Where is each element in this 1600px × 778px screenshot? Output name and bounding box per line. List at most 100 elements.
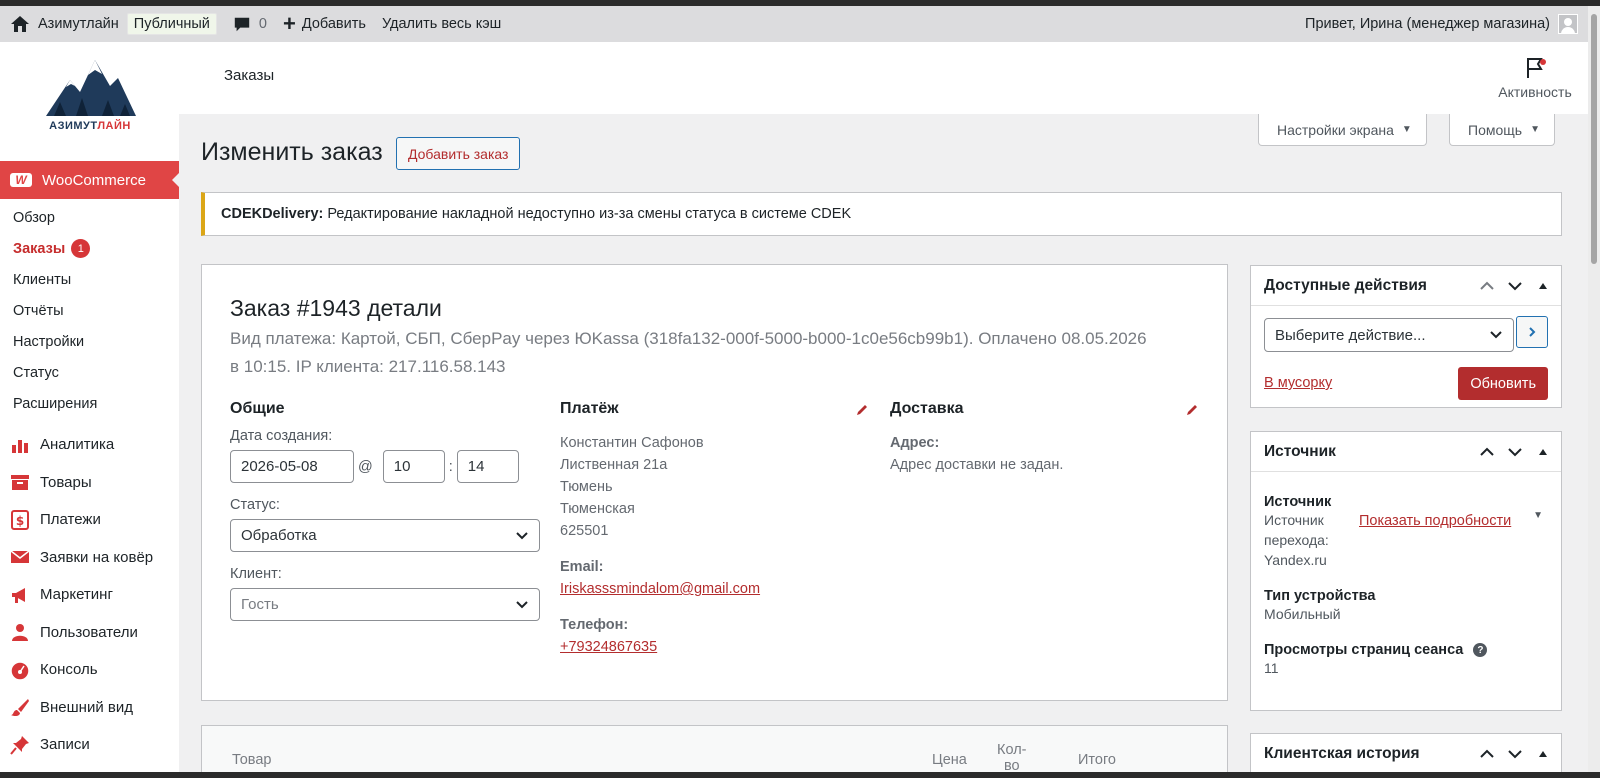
- dashboard-gauge-icon: [10, 660, 30, 680]
- add-new-menu[interactable]: + Добавить: [275, 6, 374, 42]
- sidebar-item-woocommerce[interactable]: W WooCommerce: [0, 161, 180, 199]
- general-title: Общие: [230, 400, 285, 417]
- add-order-button[interactable]: Добавить заказ: [396, 137, 521, 170]
- chevron-up-icon[interactable]: [1479, 746, 1495, 762]
- general-column: Общие Дата создания: 2026-05-08 @ 10 : 1…: [230, 400, 540, 621]
- woocommerce-icon: W: [10, 173, 32, 187]
- show-details-link[interactable]: Показать подробности: [1359, 510, 1511, 570]
- submenu-item-status[interactable]: Статус: [0, 357, 179, 388]
- site-name: Азимутлайн: [38, 16, 119, 32]
- sidebar-item-requests[interactable]: Заявки на ковёр: [0, 539, 179, 577]
- box-controls: [1479, 444, 1551, 460]
- edit-billing-pencil-icon[interactable]: [855, 403, 869, 417]
- status-select[interactable]: Обработка: [230, 519, 540, 552]
- activity-button[interactable]: Активность: [1490, 56, 1580, 100]
- history-box-title: Клиентская история: [1264, 744, 1420, 762]
- site-logo[interactable]: АЗИМУТЛАЙН: [40, 50, 140, 132]
- page-title: Изменить заказ: [201, 138, 383, 166]
- billing-line: Тюменская: [560, 501, 635, 517]
- shipping-address: Адрес доставки не задан.: [890, 457, 1064, 473]
- order-details-panel: Заказ #1943 детали Вид платежа: Картой, …: [201, 264, 1228, 701]
- phone-link[interactable]: +79324867635: [560, 636, 860, 658]
- logo-text: АЗИМУТЛАЙН: [49, 120, 131, 132]
- collapse-triangle-icon[interactable]: [1535, 746, 1551, 762]
- referral-label: перехода:: [1264, 532, 1329, 548]
- scrollbar-thumb[interactable]: [1591, 14, 1597, 264]
- email-label: Email:: [560, 559, 604, 575]
- update-button[interactable]: Обновить: [1458, 367, 1548, 400]
- submenu-item-overview[interactable]: Обзор: [0, 202, 179, 233]
- customer-select[interactable]: Гость: [230, 588, 540, 621]
- submenu-item-customers[interactable]: Клиенты: [0, 264, 179, 295]
- triangle-down-icon: ▼: [1530, 124, 1540, 135]
- order-action-select[interactable]: Выберите действие...: [1264, 318, 1514, 352]
- shipping-column: Доставка Адрес: Адрес доставки не задан.: [890, 400, 1200, 476]
- pageviews-label: Просмотры страниц сеанса: [1264, 642, 1464, 658]
- page-header: Заказы Активность: [179, 42, 1588, 114]
- help-toggle[interactable]: Помощь ▼: [1449, 114, 1555, 146]
- minute-input[interactable]: 14: [456, 450, 519, 483]
- sidebar-item-appearance[interactable]: Внешний вид: [0, 689, 179, 727]
- user-icon: [10, 622, 30, 642]
- sidebar-item-analytics[interactable]: Аналитика: [0, 426, 179, 464]
- email-link[interactable]: Iriskasssmindalom@gmail.com: [560, 578, 860, 600]
- sidebar-item-label: Консоль: [40, 661, 98, 679]
- purge-cache-link[interactable]: Удалить весь кэш: [374, 6, 509, 42]
- billing-title: Платёж: [560, 400, 619, 417]
- edit-shipping-pencil-icon[interactable]: [1185, 403, 1199, 417]
- chevron-down-icon[interactable]: [1507, 278, 1523, 294]
- sidebar-item-products[interactable]: Товары: [0, 464, 179, 502]
- source-box-title: Источник: [1264, 442, 1336, 460]
- actions-box-body: Выберите действие... В мусорку Обновить: [1251, 306, 1561, 406]
- chevron-up-icon[interactable]: [1479, 444, 1495, 460]
- sidebar-item-posts[interactable]: Записи: [0, 726, 179, 764]
- submenu-item-reports[interactable]: Отчёты: [0, 295, 179, 326]
- sidebar-item-label: WooCommerce: [42, 171, 146, 189]
- chevron-up-icon[interactable]: [1479, 278, 1495, 294]
- column-total: Итого: [1078, 752, 1116, 768]
- billing-line: Тюмень: [560, 479, 613, 495]
- comment-icon: [234, 17, 250, 32]
- order-source-box: Источник Источник Источник перехода: Yan…: [1250, 431, 1562, 711]
- bar-chart-icon: [10, 435, 30, 455]
- order-heading: Заказ #1943 детали: [230, 295, 442, 321]
- source-label: Источник: [1264, 494, 1332, 510]
- help-question-icon[interactable]: ?: [1473, 643, 1488, 658]
- source-box-body: Источник Источник перехода: Yandex.ru По…: [1251, 472, 1561, 690]
- sidebar-item-users[interactable]: Пользователи: [0, 614, 179, 652]
- chevron-down-icon: [516, 601, 528, 609]
- submenu-item-settings[interactable]: Настройки: [0, 326, 179, 357]
- pushpin-icon: [10, 735, 30, 755]
- billing-line: Лиственная 21а: [560, 457, 668, 473]
- hour-input[interactable]: 10: [382, 450, 445, 483]
- collapse-triangle-icon[interactable]: [1535, 444, 1551, 460]
- device-label: Тип устройства: [1264, 588, 1376, 604]
- pageviews-row: Просмотры страниц сеанса?: [1264, 642, 1548, 658]
- chevron-down-icon[interactable]: [1507, 444, 1523, 460]
- chevron-down-icon[interactable]: [1507, 746, 1523, 762]
- billing-line: Константин Сафонов: [560, 435, 704, 451]
- account-menu[interactable]: Привет, Ирина (менеджер магазина): [1305, 14, 1588, 34]
- sidebar-item-dashboard[interactable]: Консоль: [0, 651, 179, 689]
- submenu-item-orders[interactable]: Заказы 1: [0, 233, 179, 264]
- device-value: Мобильный: [1264, 606, 1341, 622]
- order-items-panel: Товар Цена Кол-во Итого: [201, 725, 1228, 772]
- comments-link[interactable]: 0: [225, 6, 275, 42]
- header-title: Заказы: [224, 67, 275, 84]
- screen-options-toggle[interactable]: Настройки экрана ▼: [1258, 114, 1427, 146]
- submenu-item-extensions[interactable]: Расширения: [0, 388, 179, 419]
- date-input[interactable]: 2026-05-08: [230, 450, 354, 483]
- browser-viewport: Азимутлайн Публичный 0 + Добавить Удалит…: [0, 6, 1588, 772]
- box-controls: [1479, 278, 1551, 294]
- sidebar-item-marketing[interactable]: Маркетинг: [0, 576, 179, 614]
- order-action-value: Выберите действие...: [1275, 326, 1426, 344]
- sidebar-item-payments[interactable]: $ Платежи: [0, 501, 179, 539]
- actions-box-header: Доступные действия: [1251, 266, 1561, 306]
- collapse-triangle-icon[interactable]: [1535, 278, 1551, 294]
- chevron-right-icon: [1529, 327, 1536, 337]
- apply-action-button[interactable]: [1516, 316, 1548, 348]
- site-home-link[interactable]: Азимутлайн Публичный: [0, 6, 225, 42]
- column-price: Цена: [932, 752, 967, 768]
- triangle-down-icon[interactable]: ▼: [1533, 510, 1543, 521]
- address-label: Адрес:: [890, 435, 940, 451]
